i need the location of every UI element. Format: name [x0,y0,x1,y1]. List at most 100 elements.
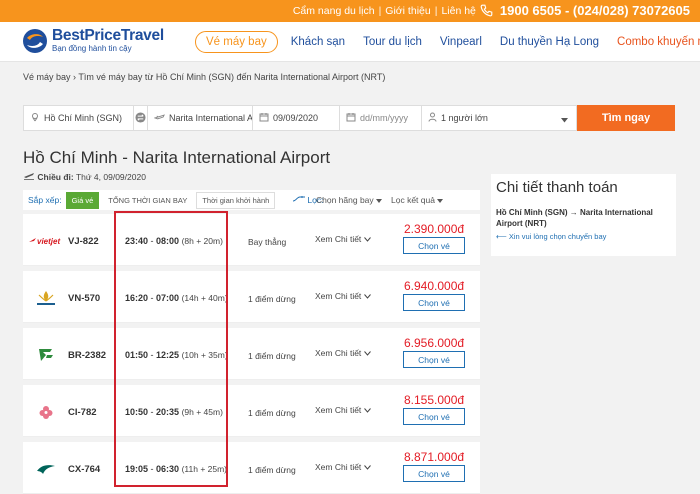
chevron-down-icon [363,462,371,472]
flight-time: 19:05 - 06:30 (11h + 25m) [125,464,228,474]
user-icon [428,112,437,124]
flight-code: BR-2382 [68,350,107,361]
choose-ticket-button[interactable]: Chọn vé [403,408,465,425]
to-field[interactable]: Narita International Airp [148,106,253,130]
passenger-select[interactable]: 1 người lớn [422,106,576,130]
choose-ticket-button[interactable]: Chọn vé [403,294,465,311]
sort-by-departure[interactable]: Thời gian khởi hành [196,191,276,209]
link-contact[interactable]: Liên hệ [441,5,475,17]
link-travel-guide[interactable]: Cẩm nang du lịch [293,5,375,17]
flight-details-toggle[interactable]: Xem Chi tiết [315,462,371,472]
depart-info: Chiều đi: Thứ 4, 09/09/2020 [23,171,146,182]
logo-tagline: Bạn đồng hành tin cậy [52,44,132,53]
main-menu: Vé máy bay Khách sạn Tour du lịch Vinpea… [195,31,700,53]
flight-details-toggle[interactable]: Xem Chi tiết [315,405,371,415]
choose-ticket-button[interactable]: Chọn vé [403,351,465,368]
sort-by-duration[interactable]: Tổng thời gian bay [103,193,192,208]
return-date-placeholder: dd/mm/yyyy [360,113,409,123]
site-logo[interactable]: BestPriceTravel Bạn đồng hành tin cậy [22,28,164,54]
caret-down-icon [437,195,444,205]
calendar-icon [259,112,269,124]
payment-note: ⟵ Xin vui lòng chọn chuyến bay [496,232,607,241]
vietnam-airlines-logo [29,289,63,307]
filter-result-dropdown[interactable]: Lọc kết quả [391,195,444,205]
menu-vinpearl[interactable]: Vinpearl [431,32,491,52]
choose-ticket-button[interactable]: Chọn vé [403,465,465,482]
menu-promo-combo[interactable]: Combo khuyến mại [608,32,700,52]
sort-by-price[interactable]: Giá vé [65,191,100,209]
breadcrumb-current: Tìm vé máy bay từ Hồ Chí Minh (SGN) đến … [78,72,386,82]
payment-title: Chi tiết thanh toán [496,179,618,196]
link-about[interactable]: Giới thiệu [385,5,430,17]
flight-details-toggle[interactable]: Xem Chi tiết [315,348,371,358]
flight-time: 16:20 - 07:00 (14h + 40m) [125,293,228,303]
flight-search-form: Hồ Chí Minh (SGN) Narita International A… [23,105,577,131]
flight-details-toggle[interactable]: Xem Chi tiết [315,234,371,244]
depart-date: Thứ 4, 09/09/2020 [75,172,146,182]
logo-name: BestPriceTravel [52,27,164,44]
menu-halong-cruise[interactable]: Du thuyền Hạ Long [491,32,608,52]
flight-stops: 1 điểm dừng [248,294,296,304]
hotline-number[interactable]: 1900 6505 - (024/028) 73072605 [500,3,690,18]
plane-icon [153,112,165,124]
filter-airline-label: Chọn hãng bay [316,195,374,205]
flight-stops: 1 điểm dừng [248,408,296,418]
depart-date-field[interactable]: 09/09/2020 [253,106,340,130]
flight-code: VN-570 [68,293,101,304]
flight-details-toggle[interactable]: Xem Chi tiết [315,291,371,301]
svg-text:vietjet: vietjet [37,237,60,246]
swap-icon [135,111,146,125]
plane-depart-icon [23,172,37,182]
depart-label: Chiều đi: [37,172,74,182]
flight-row: VN-570 16:20 - 07:00 (14h + 40m) 1 điểm … [23,271,480,323]
flight-time: 23:40 - 08:00 (8h + 20m) [125,236,223,246]
menu-tours[interactable]: Tour du lịch [354,32,431,52]
passenger-value: 1 người lớn [441,113,488,123]
swap-button[interactable] [134,106,148,130]
flight-price: 8.871.000đ [404,450,465,464]
chevron-down-icon [363,234,371,244]
page-title: Hồ Chí Minh - Narita International Airpo… [23,148,331,167]
return-date-field[interactable]: dd/mm/yyyy [340,106,422,130]
vietjet-logo: vietjet [29,232,63,250]
payment-summary-panel: Chi tiết thanh toán Hồ Chí Minh (SGN) → … [491,174,676,256]
search-button[interactable]: Tìm ngay [577,105,675,131]
flight-price: 6.956.000đ [404,336,465,350]
breadcrumb-root[interactable]: Vé máy bay [23,72,71,82]
flight-code: VJ-822 [68,236,99,247]
flight-stops: Bay thẳng [248,237,287,247]
top-bar: Cẩm nang du lịch | Giới thiệu | Liên hệ … [0,0,700,22]
flight-row: vietjet VJ-822 23:40 - 08:00 (8h + 20m) … [23,214,480,266]
chevron-down-icon [363,405,371,415]
flight-row: BR-2382 01:50 - 12:25 (10h + 35m) 1 điểm… [23,328,480,380]
eva-air-logo [29,346,63,364]
china-airlines-logo [29,403,63,421]
from-field[interactable]: Hồ Chí Minh (SGN) [24,106,134,130]
top-links: Cẩm nang du lịch | Giới thiệu | Liên hệ … [293,3,690,18]
flight-price: 8.155.000đ [404,393,465,407]
flight-row: CX-764 19:05 - 06:30 (11h + 25m) 1 điểm … [23,442,480,494]
caret-down-icon [376,195,383,205]
flight-price: 6.940.000đ [404,279,465,293]
location-pin-icon [30,112,40,124]
flight-stops: 1 điểm dừng [248,351,296,361]
depart-date-value: 09/09/2020 [273,113,319,123]
menu-flights[interactable]: Vé máy bay [195,31,278,53]
payment-route: Hồ Chí Minh (SGN) → Narita International… [496,208,653,228]
filter-airline-dropdown[interactable]: Chọn hãng bay [316,195,383,205]
logo-swirl-icon [22,28,48,54]
flight-code: CX-764 [68,464,101,475]
separator: | [378,4,382,17]
cathay-pacific-logo [29,460,63,478]
sort-label: Sắp xếp: [28,195,62,205]
menu-hotels[interactable]: Khách sạn [282,32,354,52]
flight-time: 01:50 - 12:25 (10h + 35m) [125,350,228,360]
flight-time: 10:50 - 20:35 (9h + 45m) [125,407,223,417]
breadcrumb-separator: › [73,72,77,82]
sort-filter-bar: Sắp xếp: Giá vé Tổng thời gian bay Thời … [23,190,480,210]
flight-price: 2.390.000đ [404,222,465,236]
filter-result-label: Lọc kết quả [391,195,435,205]
separator: | [434,4,438,17]
flight-stops: 1 điểm dừng [248,465,296,475]
choose-ticket-button[interactable]: Chọn vé [403,237,465,254]
